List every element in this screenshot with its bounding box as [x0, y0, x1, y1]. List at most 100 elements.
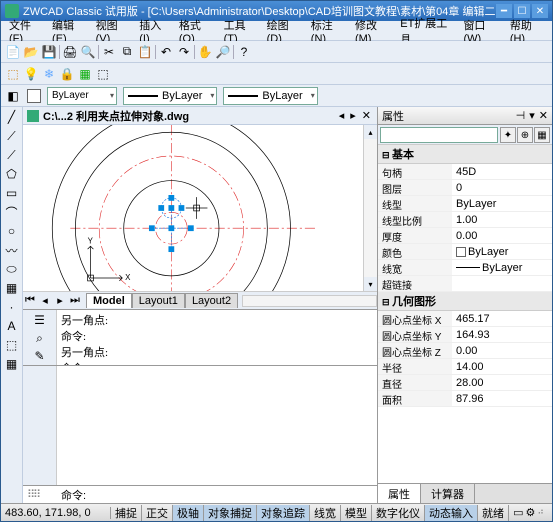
status-toggle[interactable]: 模型	[341, 505, 372, 521]
vertical-scrollbar[interactable]: ▴ ▾	[363, 125, 377, 291]
ellipse-tool-icon[interactable]: ⬭	[3, 261, 21, 277]
tab-prev2-icon[interactable]: ◂	[38, 294, 52, 307]
drawing-canvas[interactable]: X Y	[23, 125, 363, 291]
cmd-tool3-icon[interactable]: ✎	[32, 348, 48, 364]
layer-dropdown[interactable]: ByLayer	[47, 87, 117, 105]
help-icon[interactable]: ?	[236, 44, 252, 60]
tab-prev-icon[interactable]: ◂	[337, 109, 347, 122]
property-category[interactable]: 几何图形	[378, 292, 552, 311]
pan-icon[interactable]: ✋	[197, 44, 213, 60]
tray2-icon[interactable]: ⚙	[526, 506, 536, 519]
property-row[interactable]: 超链接	[378, 276, 552, 292]
property-row[interactable]: 厚度0.00	[378, 228, 552, 244]
xline-tool-icon[interactable]: ⟋	[3, 128, 21, 144]
grip-icon[interactable]: ⠿⠿	[27, 488, 57, 501]
rect-tool-icon[interactable]: ▭	[3, 185, 21, 201]
layout-tab[interactable]: Layout2	[185, 293, 238, 308]
property-grid[interactable]: 基本句柄45D图层0线型ByLayer线型比例1.00厚度0.00颜色ByLay…	[378, 145, 552, 483]
tab-last-icon[interactable]: ⏭	[68, 294, 82, 307]
tab-next-icon[interactable]: ▸	[348, 109, 358, 122]
zoom-icon[interactable]: 🔎	[215, 44, 231, 60]
property-row[interactable]: 线宽ByLayer	[378, 260, 552, 276]
lineweight-dropdown[interactable]: ByLayer	[223, 87, 317, 105]
linetype-dropdown[interactable]: ByLayer	[123, 87, 217, 105]
status-toggle[interactable]: 捕捉	[111, 505, 142, 521]
point-tool-icon[interactable]: ·	[3, 299, 21, 315]
property-row[interactable]: 图层0	[378, 180, 552, 196]
selection-dropdown[interactable]	[380, 127, 498, 143]
horizontal-scrollbar[interactable]	[242, 295, 377, 307]
open-icon[interactable]: 📂	[23, 44, 39, 60]
property-category[interactable]: 基本	[378, 145, 552, 164]
property-row[interactable]: 颜色ByLayer	[378, 244, 552, 260]
quick-select-icon[interactable]: ✦	[500, 127, 516, 143]
tray1-icon[interactable]: ▭	[513, 506, 523, 519]
status-toggle[interactable]: 正交	[142, 505, 173, 521]
layout-tab[interactable]: Model	[86, 293, 132, 308]
cut-icon[interactable]: ✂	[101, 44, 117, 60]
scroll-up-icon[interactable]: ▴	[364, 125, 377, 139]
status-toggle[interactable]: 就绪	[478, 505, 509, 521]
tab-first-icon[interactable]: ⏮	[23, 294, 37, 307]
text-tool-icon[interactable]: A	[3, 318, 21, 334]
layer-icon[interactable]: ⬚	[5, 66, 21, 82]
circle-tool-icon[interactable]: ○	[3, 223, 21, 239]
property-row[interactable]: 圆心点坐标 Z0.00	[378, 343, 552, 359]
match-icon[interactable]: ◧	[5, 88, 21, 104]
coordinates[interactable]: 483.60, 171.98, 0	[1, 507, 111, 519]
select-objects-icon[interactable]: ▦	[534, 127, 550, 143]
property-row[interactable]: 直径28.00	[378, 375, 552, 391]
status-toggle[interactable]: 线宽	[310, 505, 341, 521]
line-tool-icon[interactable]: ╱	[3, 109, 21, 125]
undo-icon[interactable]: ↶	[158, 44, 174, 60]
status-toggle[interactable]: 数字化仪	[372, 505, 425, 521]
panel-close-icon[interactable]: ✕	[539, 109, 548, 122]
status-toggle[interactable]: 对象捕捉	[204, 505, 257, 521]
block-tool-icon[interactable]: ⬚	[3, 337, 21, 353]
property-row[interactable]: 圆心点坐标 Y164.93	[378, 327, 552, 343]
pickadd-icon[interactable]: ⊕	[517, 127, 533, 143]
preview-icon[interactable]: 🔍	[80, 44, 96, 60]
layer2-icon[interactable]: ⬚	[95, 66, 111, 82]
print-icon[interactable]: 🖨	[62, 44, 78, 60]
panel-tab[interactable]: 属性	[378, 484, 421, 503]
command-line[interactable]: ⠿⠿ 命令:	[23, 485, 377, 503]
property-row[interactable]: 面积87.96	[378, 391, 552, 407]
property-row[interactable]: 半径14.00	[378, 359, 552, 375]
table-tool-icon[interactable]: ▦	[3, 356, 21, 372]
status-toggle[interactable]: 对象追踪	[257, 505, 310, 521]
copy-icon[interactable]: ⧉	[119, 44, 135, 60]
status-toggle[interactable]: 动态输入	[425, 505, 478, 521]
panel-tab[interactable]: 计算器	[421, 484, 475, 503]
scroll-down-icon[interactable]: ▾	[364, 277, 377, 291]
color-swatch[interactable]	[27, 89, 41, 103]
cmd-tool2-icon[interactable]: ⌕	[32, 330, 48, 346]
lock-icon[interactable]: 🔒	[59, 66, 75, 82]
save-icon[interactable]: 💾	[41, 44, 57, 60]
property-row[interactable]: 线型比例1.00	[378, 212, 552, 228]
property-row[interactable]: 句柄45D	[378, 164, 552, 180]
tab-close-icon[interactable]: ✕	[360, 109, 373, 122]
hatch-tool-icon[interactable]: ▦	[3, 280, 21, 296]
layout-tab[interactable]: Layout1	[132, 293, 185, 308]
status-toggle[interactable]: 极轴	[173, 505, 204, 521]
status-bar: 483.60, 171.98, 0 捕捉正交极轴对象捕捉对象追踪线宽模型数字化仪…	[1, 503, 552, 521]
polygon-tool-icon[interactable]: ⬠	[3, 166, 21, 182]
light-icon[interactable]: 💡	[23, 66, 39, 82]
resize-grip-icon[interactable]: ⠴	[537, 506, 548, 519]
cmd-tool1-icon[interactable]: ☰	[32, 312, 48, 328]
arc-tool-icon[interactable]: ⌒	[3, 204, 21, 220]
redo-icon[interactable]: ↷	[176, 44, 192, 60]
tab-next2-icon[interactable]: ▸	[53, 294, 67, 307]
property-row[interactable]: 圆心点坐标 X465.17	[378, 311, 552, 327]
spline-tool-icon[interactable]: 〰	[3, 242, 21, 258]
color-icon[interactable]: ▦	[77, 66, 93, 82]
panel-pin-icon[interactable]: ⊣	[516, 109, 526, 122]
polyline-tool-icon[interactable]: ⟋	[3, 147, 21, 163]
new-icon[interactable]: 📄	[5, 44, 21, 60]
property-row[interactable]: 线型ByLayer	[378, 196, 552, 212]
panel-menu-icon[interactable]: ▾	[529, 109, 535, 122]
paste-icon[interactable]: 📋	[137, 44, 153, 60]
doc-tab-label[interactable]: C:\...2 利用夹点拉伸对象.dwg	[43, 108, 189, 124]
freeze-icon[interactable]: ❄	[41, 66, 57, 82]
